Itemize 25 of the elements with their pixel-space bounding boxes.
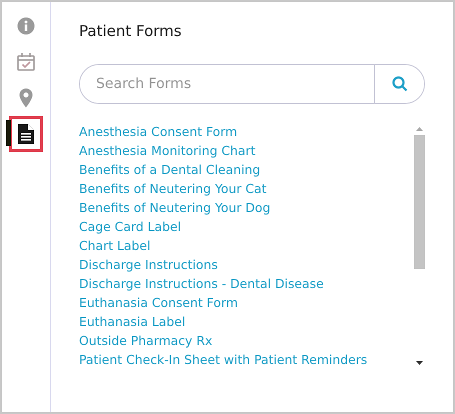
- document-icon: [18, 124, 34, 144]
- info-icon: [17, 17, 35, 35]
- panel-title: Patient Forms: [79, 22, 183, 40]
- calendar-check-icon: [16, 52, 36, 72]
- form-link[interactable]: Patient Check-In Sheet with Patient Reminders: [79, 350, 413, 369]
- form-link[interactable]: Euthanasia Label: [79, 312, 413, 331]
- scroll-down-icon[interactable]: [416, 361, 422, 365]
- sidebar-tab[interactable]: [9, 116, 43, 152]
- form-link[interactable]: Discharge Instructions: [79, 255, 413, 274]
- form-link[interactable]: Outside Pharmacy Rx: [79, 331, 413, 350]
- search-bar[interactable]: Search Forms: [79, 64, 425, 104]
- location-pin-icon: [19, 88, 33, 108]
- form-link[interactable]: Benefits of Neutering Your Dog: [79, 198, 413, 217]
- form-link[interactable]: Anesthesia Monitoring Chart: [79, 141, 413, 160]
- scroll-thumb[interactable]: [414, 135, 424, 269]
- form-link[interactable]: Cage Card Label: [79, 217, 413, 236]
- form-link[interactable]: Benefits of Neutering Your Cat: [79, 179, 413, 198]
- search-button[interactable]: [374, 65, 424, 103]
- form-link[interactable]: Euthanasia Consent Form: [79, 293, 413, 312]
- form-link[interactable]: Benefits of a Dental Cleaning: [79, 160, 413, 179]
- form-link[interactable]: Chart Label: [79, 236, 413, 255]
- form-link[interactable]: Discharge Instructions - Dental Disease: [79, 274, 413, 293]
- search-icon: [392, 76, 408, 92]
- scroll-up-icon[interactable]: [416, 127, 422, 131]
- form-link[interactable]: Anesthesia Consent Form: [79, 122, 413, 141]
